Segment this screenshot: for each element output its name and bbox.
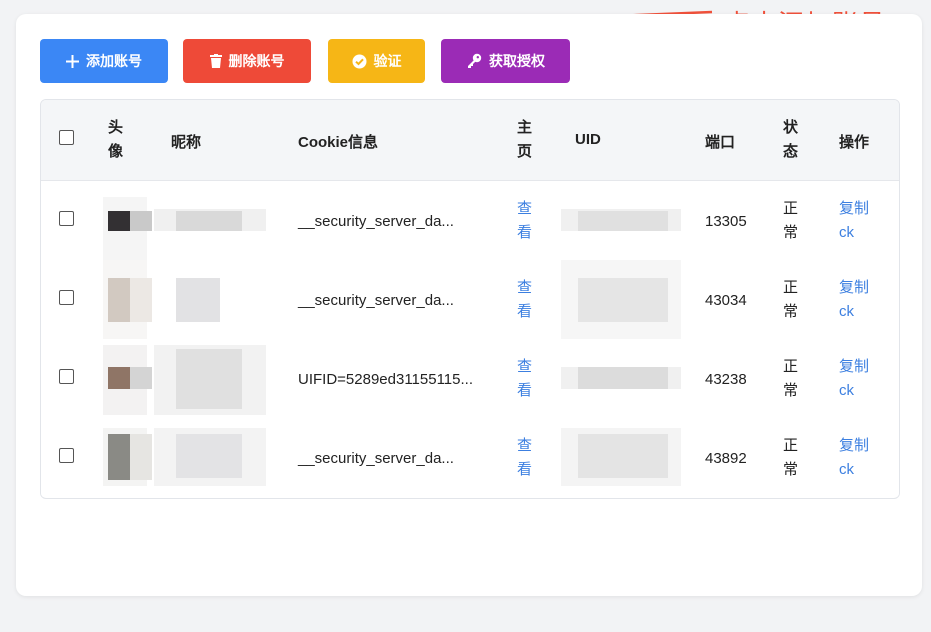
cookie-info: __security_server_da...: [298, 292, 454, 309]
header-nickname: 昵称: [171, 134, 202, 151]
header-homepage: 主 页: [517, 119, 533, 160]
content-card: 添加账号 删除账号 验证 获取授权 头 像 昵称 Cookie信息 主 页 UI…: [16, 14, 922, 596]
row-checkbox[interactable]: [59, 448, 74, 463]
key-icon: [466, 53, 482, 69]
verify-label: 验证: [373, 53, 402, 69]
row-checkbox[interactable]: [59, 369, 74, 384]
row-checkbox[interactable]: [59, 290, 74, 305]
view-homepage-link[interactable]: 查 看: [517, 355, 532, 403]
get-authorization-button[interactable]: 获取授权: [441, 39, 570, 83]
copy-cookie-link[interactable]: 复制 ck: [839, 355, 869, 403]
row-checkbox[interactable]: [59, 211, 74, 226]
header-uid: UID: [575, 131, 601, 148]
port: 13305: [705, 213, 747, 230]
cookie-info: __security_server_da...: [298, 213, 454, 230]
trash-icon: [209, 54, 222, 68]
plus-icon: [66, 54, 79, 68]
copy-cookie-link[interactable]: 复制 ck: [839, 434, 869, 482]
status: 正 常: [783, 437, 799, 478]
add-account-label: 添加账号: [86, 53, 142, 69]
status: 正 常: [783, 358, 799, 399]
table-row: __security_server_da... 查 看 43892 正 常 复制…: [41, 418, 899, 497]
accounts-table: 头 像 昵称 Cookie信息 主 页 UID 端口 状 态 操作 __secu…: [40, 99, 900, 499]
header-port: 端口: [705, 134, 736, 151]
header-avatar: 头 像: [108, 119, 124, 160]
view-homepage-link[interactable]: 查 看: [517, 276, 532, 324]
header-cookie: Cookie信息: [298, 134, 379, 151]
check-circle-icon: [352, 54, 367, 69]
cookie-info: __security_server_da...: [298, 450, 454, 467]
table-row: UIFID=5289ed31155115... 查 看 43238 正 常 复制…: [41, 339, 899, 419]
copy-cookie-link[interactable]: 复制 ck: [839, 197, 869, 245]
header-actions: 操作: [839, 134, 870, 151]
view-homepage-link[interactable]: 查 看: [517, 197, 532, 245]
verify-button[interactable]: 验证: [328, 39, 425, 83]
copy-cookie-link[interactable]: 复制 ck: [839, 276, 869, 324]
delete-account-label: 删除账号: [228, 53, 285, 69]
status: 正 常: [783, 200, 799, 241]
delete-account-button[interactable]: 删除账号: [183, 39, 311, 83]
table-row: __security_server_da... 查 看 13305 正 常 复制…: [41, 181, 899, 261]
port: 43892: [705, 450, 747, 467]
view-homepage-link[interactable]: 查 看: [517, 434, 532, 482]
select-all-checkbox[interactable]: [59, 130, 74, 145]
status: 正 常: [783, 279, 799, 320]
port: 43238: [705, 371, 747, 388]
add-account-button[interactable]: 添加账号: [40, 39, 168, 83]
port: 43034: [705, 292, 747, 309]
header-status: 状 态: [783, 119, 799, 160]
table-header: 头 像 昵称 Cookie信息 主 页 UID 端口 状 态 操作: [41, 100, 899, 181]
cookie-info: UIFID=5289ed31155115...: [298, 371, 473, 388]
get-authorization-label: 获取授权: [489, 53, 545, 69]
table-row: __security_server_da... 查 看 43034 正 常 复制…: [41, 260, 899, 340]
